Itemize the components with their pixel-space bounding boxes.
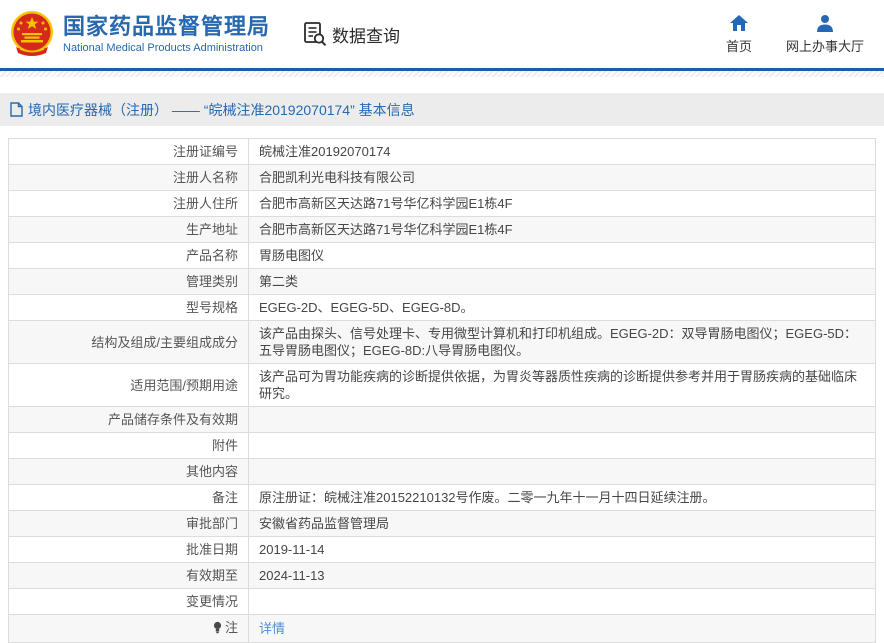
- table-row: 生产地址 合肥市高新区天达路71号华亿科学园E1栋4F: [8, 216, 876, 243]
- table-row: 有效期至 2024-11-13: [8, 562, 876, 589]
- table-row: 审批部门 安徽省药品监督管理局: [8, 510, 876, 537]
- home-link[interactable]: 首页: [726, 14, 752, 55]
- row-label: 注册证编号: [8, 138, 249, 165]
- row-label: 生产地址: [8, 216, 249, 243]
- row-value: 合肥市高新区天达路71号华亿科学园E1栋4F: [248, 216, 876, 243]
- table-row: 批准日期 2019-11-14: [8, 536, 876, 563]
- row-label: 附件: [8, 432, 249, 459]
- row-value: 该产品由探头、信号处理卡、专用微型计算机和打印机组成。EGEG-2D：双导胃肠电…: [248, 320, 876, 364]
- detail-link[interactable]: 详情: [259, 621, 285, 636]
- info-table-body: 注册证编号 皖械注准20192070174 注册人名称 合肥凯利光电科技有限公司 注册人…: [8, 138, 876, 643]
- document-icon: [10, 102, 23, 117]
- row-value: 合肥市高新区天达路71号华亿科学园E1栋4F: [248, 190, 876, 217]
- row-label: 注: [8, 614, 249, 643]
- registration-info-table: 注册证编号 皖械注准20192070174 注册人名称 合肥凯利光电科技有限公司 注册人…: [8, 138, 876, 643]
- home-link-label: 首页: [725, 38, 752, 54]
- table-row: 备注 原注册证：皖械注准20152210132号作废。二零一九年十一月十四日延续注…: [8, 484, 876, 511]
- row-value: 第二类: [248, 268, 876, 295]
- table-row: 型号规格 EGEG-2D、EGEG-5D、EGEG-8D。: [8, 294, 876, 321]
- row-value: EGEG-2D、EGEG-5D、EGEG-8D。: [248, 294, 876, 321]
- service-hall-label: 网上办事大厅: [785, 38, 864, 54]
- row-label: 变更情况: [8, 588, 249, 615]
- table-row: 适用范围/预期用途 该产品可为胃功能疾病的诊断提供依据，为胃炎等器质性疾病的诊断提…: [8, 363, 876, 407]
- table-row: 注册证编号 皖械注准20192070174: [8, 138, 876, 165]
- row-label: 有效期至: [8, 562, 249, 589]
- row-label: 适用范围/预期用途: [8, 363, 249, 407]
- row-value: 该产品可为胃功能疾病的诊断提供依据，为胃炎等器质性疾病的诊断提供参考并用于胃肠疾…: [248, 363, 876, 407]
- table-row: 注册人住所 合肥市高新区天达路71号华亿科学园E1栋4F: [8, 190, 876, 217]
- table-row: 结构及组成/主要组成成分 该产品由探头、信号处理卡、专用微型计算机和打印机组成。E…: [8, 320, 876, 364]
- row-value: 胃肠电图仪: [248, 242, 876, 269]
- table-row: 产品名称 胃肠电图仪: [8, 242, 876, 269]
- row-value: 详情: [248, 614, 876, 643]
- data-query-icon: [304, 22, 327, 47]
- row-label: 批准日期: [8, 536, 249, 563]
- table-row: 变更情况: [8, 588, 876, 615]
- row-label: 注册人名称: [8, 164, 249, 191]
- site-subtitle: National Medical Products Administration: [63, 42, 263, 54]
- header-quick-links: 首页 网上办事大厅: [726, 14, 864, 55]
- national-emblem-icon: [11, 11, 53, 56]
- page-header: 国家药品监督管理局 National Medical Products Admi…: [0, 0, 884, 68]
- breadcrumb: 境内医疗器械（注册） —— “皖械注准20192070174” 基本信息: [0, 93, 884, 126]
- row-value: [248, 458, 876, 485]
- row-value: [248, 588, 876, 615]
- row-value: [248, 432, 876, 459]
- row-label: 管理类别: [8, 268, 249, 295]
- row-label: 产品名称: [8, 242, 249, 269]
- row-label: 结构及组成/主要组成成分: [8, 320, 249, 364]
- home-icon: [729, 14, 748, 31]
- data-query-label: 数据查询: [332, 26, 401, 46]
- row-value: 皖械注准20192070174: [248, 138, 876, 165]
- hatch-strip: [0, 71, 884, 77]
- row-value: 2024-11-13: [248, 562, 876, 589]
- table-row: 注详情: [8, 614, 876, 643]
- table-row: 附件: [8, 432, 876, 459]
- row-label: 产品储存条件及有效期: [8, 406, 249, 433]
- site-logo[interactable]: 国家药品监督管理局 National Medical Products Admi…: [8, 9, 270, 59]
- table-row: 产品储存条件及有效期: [8, 406, 876, 433]
- lightbulb-icon: [212, 621, 223, 638]
- nav-data-query[interactable]: 数据查询: [302, 21, 400, 47]
- row-label: 其他内容: [8, 458, 249, 485]
- row-label: 备注: [8, 484, 249, 511]
- row-value: 2019-11-14: [248, 536, 876, 563]
- row-value: [248, 406, 876, 433]
- table-row: 注册人名称 合肥凯利光电科技有限公司: [8, 164, 876, 191]
- site-title: 国家药品监督管理局: [63, 14, 271, 39]
- row-value: 合肥凯利光电科技有限公司: [248, 164, 876, 191]
- table-row: 其他内容: [8, 458, 876, 485]
- user-icon: [816, 14, 833, 32]
- row-label: 型号规格: [8, 294, 249, 321]
- row-value: 原注册证：皖械注准20152210132号作废。二零一九年十一月十四日延续注册。: [248, 484, 876, 511]
- table-row: 管理类别 第二类: [8, 268, 876, 295]
- row-value: 安徽省药品监督管理局: [248, 510, 876, 537]
- breadcrumb-text: 境内医疗器械（注册） —— “皖械注准20192070174” 基本信息: [28, 101, 415, 118]
- service-hall-link[interactable]: 网上办事大厅: [786, 14, 864, 55]
- row-label: 注册人住所: [8, 190, 249, 217]
- row-label: 审批部门: [8, 510, 249, 537]
